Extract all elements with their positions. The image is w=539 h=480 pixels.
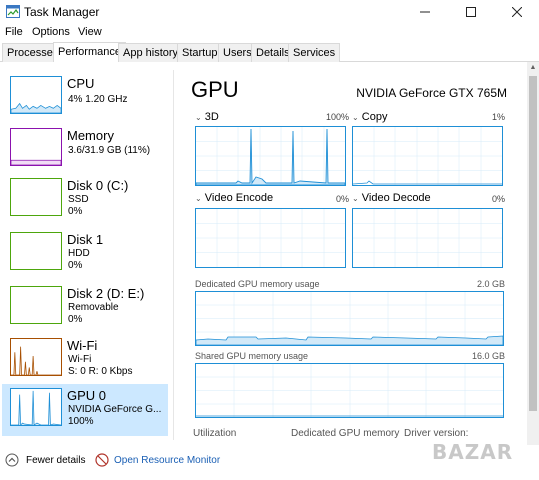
resource-monitor-icon: [95, 453, 109, 467]
shared-memory-max: 16.0 GB: [471, 351, 505, 361]
window-title: Task Manager: [24, 5, 100, 19]
graph-copy-label: Copy: [361, 111, 388, 123]
scrollbar[interactable]: ▲: [527, 62, 539, 445]
sidebar-item-memory[interactable]: Memory 3.6/31.9 GB (11%): [2, 124, 168, 176]
sidebar-item-detail: Removable: [68, 302, 119, 313]
chevron-up-circle-icon[interactable]: [5, 453, 19, 467]
tab-performance[interactable]: Performance: [53, 42, 126, 62]
graph-video-encode-label: Video Encode: [204, 192, 274, 204]
graph-3d: [195, 126, 346, 186]
sidebar-item-usage: 0%: [68, 260, 83, 271]
graph-video-encode: [195, 208, 346, 268]
sidebar-item-gpu-0[interactable]: GPU 0 NVIDIA GeForce G... 100%: [2, 384, 168, 436]
sidebar-item-disk-0[interactable]: Disk 0 (C:) SSD 0%: [2, 174, 168, 226]
sidebar-item-label: CPU: [67, 76, 95, 91]
gpu-model-name: NVIDIA GeForce GTX 765M: [356, 86, 507, 100]
graph-copy: [352, 126, 503, 186]
menu-view[interactable]: View: [78, 26, 102, 38]
menu-bar: File Options View: [0, 24, 539, 42]
sidebar-item-disk-1[interactable]: Disk 1 HDD 0%: [2, 228, 168, 280]
dedicated-gpu-memory-stat-label: Dedicated GPU memory: [291, 428, 400, 439]
sidebar-item-detail: Wi-Fi: [68, 354, 92, 365]
graph-video-decode-label: Video Decode: [361, 192, 431, 204]
chevron-down-icon: ⌄: [195, 113, 202, 122]
dedicated-memory-plot: [196, 292, 503, 345]
graph-video-decode: [352, 208, 503, 268]
gpu-0-thumbnail: [10, 388, 62, 426]
graph-video-encode-plot: [196, 209, 345, 267]
graph-3d-label: 3D: [204, 111, 219, 123]
gpu-detail-panel: GPU NVIDIA GeForce GTX 765M ⌄ 3D 100% ⌄ …: [175, 70, 527, 445]
minimize-icon: [420, 11, 430, 13]
utilization-label: Utilization: [193, 428, 237, 439]
sidebar-item-label: Disk 1: [67, 232, 104, 247]
graph-3d-plot: [196, 127, 345, 185]
maximize-icon: [466, 7, 476, 17]
menu-options[interactable]: Options: [32, 26, 70, 38]
close-icon: [512, 7, 522, 17]
sidebar-item-label: Disk 0 (C:): [67, 178, 129, 193]
tab-startup[interactable]: Startup: [177, 43, 223, 62]
maximize-button[interactable]: [448, 0, 494, 24]
dedicated-memory-label: Dedicated GPU memory usage: [195, 279, 320, 289]
tab-app-history[interactable]: App history: [118, 43, 184, 62]
wifi-thumbnail: [10, 338, 62, 376]
shared-memory-label: Shared GPU memory usage: [195, 351, 309, 361]
graph-3d-max: 100%: [325, 112, 349, 122]
sidebar-item-cpu[interactable]: CPU 4% 1.20 GHz: [2, 72, 168, 124]
chevron-down-icon: ⌄: [195, 194, 202, 203]
sidebar-item-usage: 100%: [68, 416, 94, 427]
watermark-logo: BAZAR: [432, 440, 514, 464]
tab-services[interactable]: Services: [288, 43, 341, 62]
driver-version-label: Driver version:: [404, 428, 469, 439]
tab-bar: Processes Performance App history Startu…: [0, 42, 539, 62]
sidebar-item-label: Memory: [67, 128, 114, 143]
sidebar-item-usage: 0%: [68, 314, 83, 325]
disk-0-thumbnail: [10, 178, 62, 216]
chevron-down-icon: ⌄: [352, 113, 359, 122]
sidebar-item-detail: SSD: [68, 194, 89, 205]
cpu-thumbnail: [10, 76, 62, 114]
fewer-details-button[interactable]: Fewer details: [26, 455, 85, 466]
sidebar-item-wifi[interactable]: Wi-Fi Wi-Fi S: 0 R: 0 Kbps: [2, 334, 168, 386]
sidebar-item-detail: HDD: [68, 248, 90, 259]
open-resource-monitor-link[interactable]: Open Resource Monitor: [114, 455, 220, 466]
disk-1-thumbnail: [10, 232, 62, 270]
page-title: GPU: [191, 77, 239, 102]
memory-thumbnail: [10, 128, 62, 166]
shared-memory-plot: [196, 364, 503, 417]
scroll-up-icon[interactable]: ▲: [527, 62, 539, 74]
performance-sidebar: CPU 4% 1.20 GHz Memory 3.6/31.9 GB (11%)…: [0, 70, 174, 440]
minimize-button[interactable]: [402, 0, 448, 24]
chevron-down-icon: ⌄: [352, 194, 359, 203]
shared-memory-graph: [195, 363, 504, 418]
sidebar-item-throughput: S: 0 R: 0 Kbps: [68, 366, 133, 377]
graph-video-encode-selector[interactable]: ⌄ Video Encode: [195, 192, 273, 204]
close-button[interactable]: [494, 0, 539, 24]
graph-copy-selector[interactable]: ⌄ Copy: [352, 111, 387, 123]
sidebar-item-usage: 0%: [68, 206, 83, 217]
sidebar-item-detail: 3.6/31.9 GB (11%): [68, 145, 151, 156]
graph-copy-plot: [353, 127, 502, 185]
sidebar-item-detail: 4% 1.20 GHz: [68, 94, 128, 105]
graph-video-encode-max: 0%: [335, 194, 349, 204]
graph-video-decode-plot: [353, 209, 502, 267]
graph-video-decode-max: 0%: [491, 194, 505, 204]
sidebar-item-label: GPU 0: [67, 388, 107, 403]
graph-video-decode-selector[interactable]: ⌄ Video Decode: [352, 192, 431, 204]
dedicated-memory-max: 2.0 GB: [476, 279, 505, 289]
sidebar-item-label: Disk 2 (D: E:): [67, 286, 145, 301]
title-bar: Task Manager: [0, 0, 539, 24]
menu-file[interactable]: File: [5, 26, 23, 38]
sidebar-item-disk-2[interactable]: Disk 2 (D: E:) Removable 0%: [2, 282, 168, 334]
sidebar-item-label: Wi-Fi: [67, 338, 98, 353]
sidebar-item-detail: NVIDIA GeForce G...: [68, 404, 162, 415]
scroll-thumb[interactable]: [529, 76, 537, 411]
graph-3d-selector[interactable]: ⌄ 3D: [195, 111, 219, 123]
dedicated-memory-graph: [195, 291, 504, 346]
graph-copy-max: 1%: [491, 112, 505, 122]
task-manager-icon: [6, 5, 20, 18]
disk-2-thumbnail: [10, 286, 62, 324]
